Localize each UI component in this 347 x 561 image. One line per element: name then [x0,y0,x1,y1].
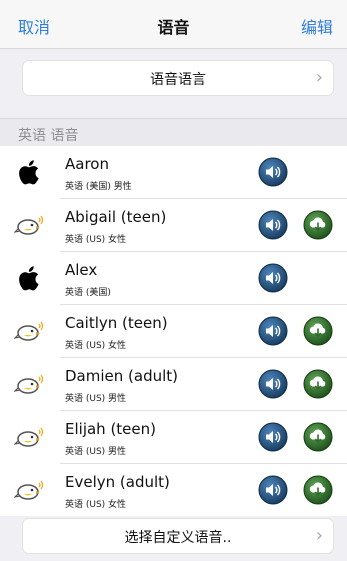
voice-meta: 英语 (US) 女性 [65,235,127,245]
voice-name: Caitlyn (teen) [65,314,168,332]
voice-language-label: 语音语言 [150,72,206,88]
voice-meta: 英语 (美国) [65,288,111,298]
voice-language-row[interactable]: 语音语言 › [22,60,334,96]
voice-row[interactable]: Alex 英语 (美国) [0,252,347,305]
voice-name: Aaron [65,155,109,173]
voice-meta: 英语 (US) 男性 [65,447,127,457]
download-icon[interactable] [303,369,333,399]
voice-meta: 英语 (US) 男性 [65,394,127,404]
section-header: 英语 语音 [0,118,347,147]
section-title: 英语 语音 [18,128,79,144]
voice-list: Aaron 英语 (美国) 男性 Abigail (teen) 英语 (US) … [0,146,347,516]
voice-meta: 英语 (美国) 男性 [65,182,132,192]
edit-button[interactable]: 编辑 [301,14,333,38]
voice-row[interactable]: Damien (adult) 英语 (US) 男性 [0,358,347,411]
download-icon[interactable] [303,475,333,505]
play-sample-icon[interactable] [258,210,288,240]
bird-icon [14,427,44,447]
voice-row[interactable]: Abigail (teen) 英语 (US) 女性 [0,199,347,252]
play-sample-icon[interactable] [258,475,288,505]
voice-row[interactable]: Evelyn (adult) 英语 (US) 女性 [0,464,347,517]
download-icon[interactable] [303,422,333,452]
voice-meta: 英语 (US) 女性 [65,341,127,351]
voice-name: Damien (adult) [65,367,178,385]
bird-icon [14,215,44,235]
play-sample-icon[interactable] [258,422,288,452]
download-icon[interactable] [303,210,333,240]
custom-voice-row[interactable]: 选择自定义语音.. › [22,518,334,554]
voice-meta: 英语 (US) 女性 [65,500,127,510]
apple-logo-icon [19,266,39,291]
bird-icon [14,374,44,394]
voice-row[interactable]: Elijah (teen) 英语 (US) 男性 [0,411,347,464]
apple-logo-icon [19,160,39,185]
voice-name: Elijah (teen) [65,420,156,438]
play-sample-icon[interactable] [258,369,288,399]
voice-name: Alex [65,261,98,279]
voice-row[interactable]: Aaron 英语 (美国) 男性 [0,146,347,199]
download-icon[interactable] [303,316,333,346]
page-title: 语音 [157,18,190,37]
custom-voice-label: 选择自定义语音.. [124,530,232,546]
play-sample-icon[interactable] [258,157,288,187]
bird-icon [14,321,44,341]
play-sample-icon[interactable] [258,316,288,346]
play-sample-icon[interactable] [258,263,288,293]
chevron-right-icon: › [315,67,323,88]
voice-name: Evelyn (adult) [65,473,170,491]
navigation-bar: 取消 语音 编辑 [0,0,347,49]
chevron-right-icon: › [315,525,323,546]
voice-name: Abigail (teen) [65,208,167,226]
voice-row[interactable]: Caitlyn (teen) 英语 (US) 女性 [0,305,347,358]
bird-icon [14,480,44,500]
